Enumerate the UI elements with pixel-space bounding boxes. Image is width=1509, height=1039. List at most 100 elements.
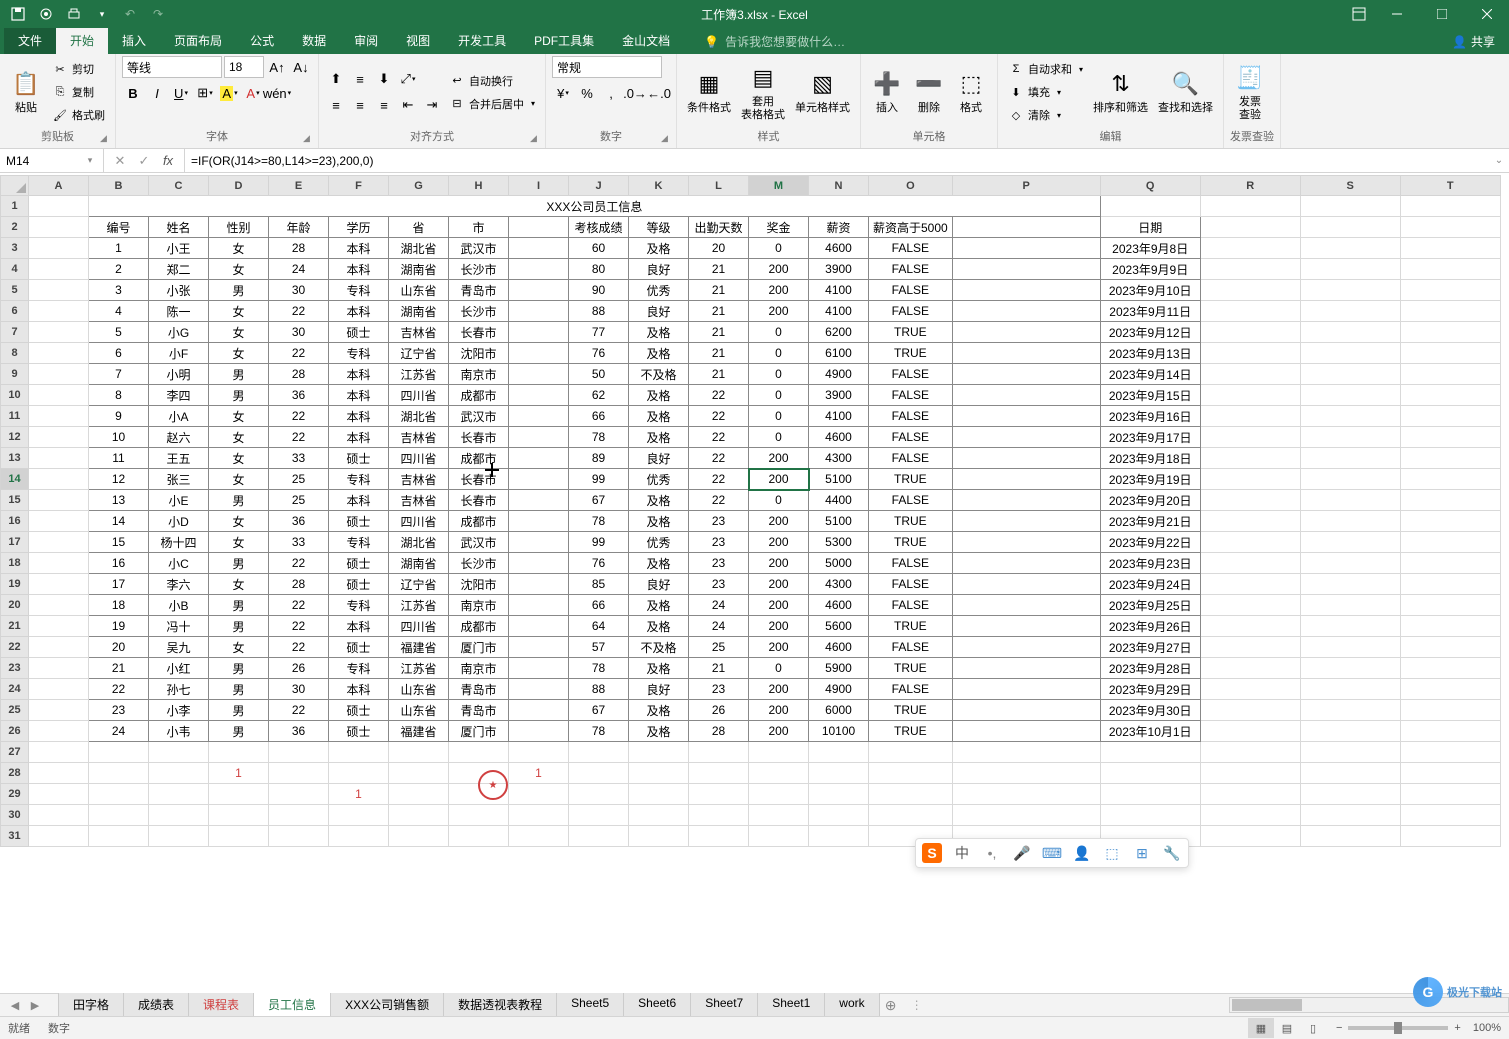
sheet-tab-3[interactable]: 员工信息	[253, 993, 331, 1018]
cell-I28[interactable]: 1	[509, 763, 569, 784]
cell-E31[interactable]	[269, 826, 329, 847]
cell-S2[interactable]	[1300, 217, 1400, 238]
cell-C15[interactable]: 小E	[149, 490, 209, 511]
cell-T10[interactable]	[1400, 385, 1500, 406]
cell-Q6[interactable]: 2023年9月11日	[1100, 301, 1200, 322]
cell-G16[interactable]: 四川省	[389, 511, 449, 532]
cell-R3[interactable]	[1200, 238, 1300, 259]
format-cells-button[interactable]: ⬚格式	[951, 66, 991, 117]
col-header-M[interactable]: M	[749, 176, 809, 196]
zoom-in-button[interactable]: +	[1454, 1022, 1460, 1034]
copy-button[interactable]: ⎘复制	[48, 81, 109, 103]
cell-L24[interactable]: 23	[689, 679, 749, 700]
cell-B31[interactable]	[89, 826, 149, 847]
cell-F12[interactable]: 本科	[329, 427, 389, 448]
cell-P9[interactable]	[952, 364, 1100, 385]
cell-N23[interactable]: 5900	[809, 658, 869, 679]
cell-B20[interactable]: 18	[89, 595, 149, 616]
cell-A12[interactable]	[29, 427, 89, 448]
cell-N15[interactable]: 4400	[809, 490, 869, 511]
cell-J9[interactable]: 50	[569, 364, 629, 385]
ime-toolbar[interactable]: S 中 •, 🎤 ⌨ 👤 ⬚ ⊞ 🔧	[915, 838, 1189, 868]
cell-L31[interactable]	[689, 826, 749, 847]
cell-Q12[interactable]: 2023年9月17日	[1100, 427, 1200, 448]
cell-C19[interactable]: 李六	[149, 574, 209, 595]
cell-T28[interactable]	[1400, 763, 1500, 784]
clear-button[interactable]: ◇清除▾	[1004, 104, 1087, 126]
cell-E19[interactable]: 28	[269, 574, 329, 595]
header-cell-0[interactable]: 编号	[89, 217, 149, 238]
cell-P25[interactable]	[952, 700, 1100, 721]
cell-S19[interactable]	[1300, 574, 1400, 595]
cell-T22[interactable]	[1400, 637, 1500, 658]
cell-G10[interactable]: 四川省	[389, 385, 449, 406]
cell-C11[interactable]: 小A	[149, 406, 209, 427]
cell-R27[interactable]	[1200, 742, 1300, 763]
cell-J12[interactable]: 78	[569, 427, 629, 448]
cell-T19[interactable]	[1400, 574, 1500, 595]
cell-C9[interactable]: 小明	[149, 364, 209, 385]
cell-J27[interactable]	[569, 742, 629, 763]
cell-H20[interactable]: 南京市	[449, 595, 509, 616]
cancel-formula-button[interactable]: ✕	[108, 150, 132, 172]
row-header-16[interactable]: 16	[1, 511, 29, 532]
cell-D28[interactable]: 1	[209, 763, 269, 784]
cell-F9[interactable]: 本科	[329, 364, 389, 385]
col-header-I[interactable]: I	[509, 176, 569, 196]
row-header-28[interactable]: 28	[1, 763, 29, 784]
cell-C8[interactable]: 小F	[149, 343, 209, 364]
share-button[interactable]: 👤 共享	[1438, 29, 1509, 54]
header-cell-1[interactable]: 姓名	[149, 217, 209, 238]
cell-N16[interactable]: 5100	[809, 511, 869, 532]
cell-C14[interactable]: 张三	[149, 469, 209, 490]
decrease-indent-button[interactable]: ⇤	[397, 94, 419, 116]
cell-L27[interactable]	[689, 742, 749, 763]
cell-H30[interactable]	[449, 805, 509, 826]
ime-keyboard-button[interactable]: ⌨	[1042, 843, 1062, 863]
add-sheet-button[interactable]: ⊕	[879, 994, 903, 1017]
tell-me-search[interactable]: 💡 告诉我您想要做什么…	[696, 29, 853, 54]
sheet-nav-prev[interactable]: ◀	[6, 996, 24, 1014]
cell-P11[interactable]	[952, 406, 1100, 427]
cell-E18[interactable]: 22	[269, 553, 329, 574]
cell-S5[interactable]	[1300, 280, 1400, 301]
cell-E3[interactable]: 28	[269, 238, 329, 259]
cell-B27[interactable]	[89, 742, 149, 763]
cell-C3[interactable]: 小王	[149, 238, 209, 259]
cell-E13[interactable]: 33	[269, 448, 329, 469]
cell-L21[interactable]: 24	[689, 616, 749, 637]
header-cell-8[interactable]: 考核成绩	[569, 217, 629, 238]
cell-O7[interactable]: TRUE	[869, 322, 953, 343]
cell-D22[interactable]: 女	[209, 637, 269, 658]
cell-M16[interactable]: 200	[749, 511, 809, 532]
cell-B19[interactable]: 17	[89, 574, 149, 595]
row-header-19[interactable]: 19	[1, 574, 29, 595]
cell-N11[interactable]: 4100	[809, 406, 869, 427]
cell-O18[interactable]: FALSE	[869, 553, 953, 574]
cell-A10[interactable]	[29, 385, 89, 406]
cell-E30[interactable]	[269, 805, 329, 826]
cell-T9[interactable]	[1400, 364, 1500, 385]
header-cell-7[interactable]	[509, 217, 569, 238]
header-cell-4[interactable]: 学历	[329, 217, 389, 238]
cell-H3[interactable]: 武汉市	[449, 238, 509, 259]
cell-M11[interactable]: 0	[749, 406, 809, 427]
cell-A15[interactable]	[29, 490, 89, 511]
tab-insert[interactable]: 插入	[108, 27, 160, 54]
cell-J15[interactable]: 67	[569, 490, 629, 511]
cell-R7[interactable]	[1200, 322, 1300, 343]
bold-button[interactable]: B	[122, 82, 144, 104]
cell-H7[interactable]: 长春市	[449, 322, 509, 343]
cell-M29[interactable]	[749, 784, 809, 805]
cell-R22[interactable]	[1200, 637, 1300, 658]
align-launcher[interactable]: ◢	[530, 133, 542, 145]
cell-J20[interactable]: 66	[569, 595, 629, 616]
cell-R19[interactable]	[1200, 574, 1300, 595]
cell-D6[interactable]: 女	[209, 301, 269, 322]
cell-M10[interactable]: 0	[749, 385, 809, 406]
row-header-1[interactable]: 1	[1, 196, 29, 217]
cell-D16[interactable]: 女	[209, 511, 269, 532]
cell-N28[interactable]	[809, 763, 869, 784]
cell-B25[interactable]: 23	[89, 700, 149, 721]
cell-I3[interactable]	[509, 238, 569, 259]
